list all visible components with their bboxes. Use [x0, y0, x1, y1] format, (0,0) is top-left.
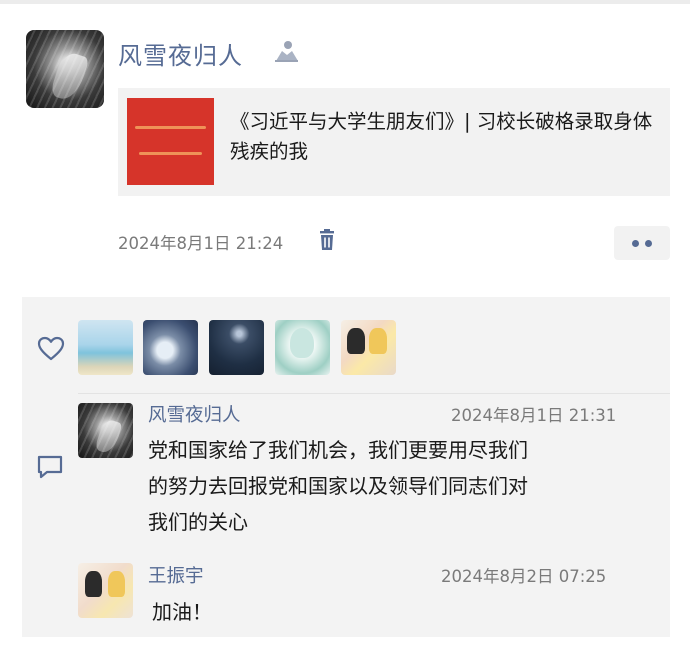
likes-divider [78, 393, 670, 394]
user-badge-icon [275, 41, 298, 62]
poster-name[interactable]: 风雪夜归人 [118, 36, 243, 71]
comment-text-line: 党和国家给了我们机会，我们更要用尽我们 [148, 438, 528, 462]
comment-text-line: 我们的关心 [148, 510, 248, 534]
shared-link-card[interactable]: 《习近平与大学生朋友们》| 习校长破格录取身体残疾的我 [118, 88, 670, 196]
liker-avatar[interactable] [209, 320, 264, 375]
top-divider [0, 0, 690, 4]
trash-icon[interactable] [317, 229, 337, 251]
comment-icon [37, 455, 63, 479]
comment-text-line: 加油！ [152, 600, 212, 624]
link-thumbnail [127, 98, 214, 185]
liker-avatar[interactable] [143, 320, 198, 375]
comment-text-line: 的努力去回报党和国家以及领导们同志们对 [148, 474, 528, 498]
poster-avatar[interactable] [26, 30, 104, 108]
heart-icon [37, 336, 65, 361]
liker-avatar[interactable] [341, 320, 396, 375]
comment-timestamp: 2024年8月1日 21:31 [451, 406, 617, 425]
liker-avatar[interactable] [78, 320, 133, 375]
more-dot-icon [632, 240, 639, 247]
commenter-avatar[interactable] [78, 403, 133, 458]
commenter-name[interactable]: 风雪夜归人 [148, 401, 241, 427]
liker-avatar[interactable] [275, 320, 330, 375]
comment-timestamp: 2024年8月2日 07:25 [441, 567, 607, 586]
more-dots-button[interactable] [614, 226, 670, 260]
link-title: 《习近平与大学生朋友们》| 习校长破格录取身体残疾的我 [230, 110, 653, 163]
commenter-name[interactable]: 王振宇 [148, 562, 204, 588]
commenter-avatar[interactable] [78, 563, 133, 618]
post-timestamp: 2024年8月1日 21:24 [118, 234, 284, 253]
more-dot-icon [645, 240, 652, 247]
